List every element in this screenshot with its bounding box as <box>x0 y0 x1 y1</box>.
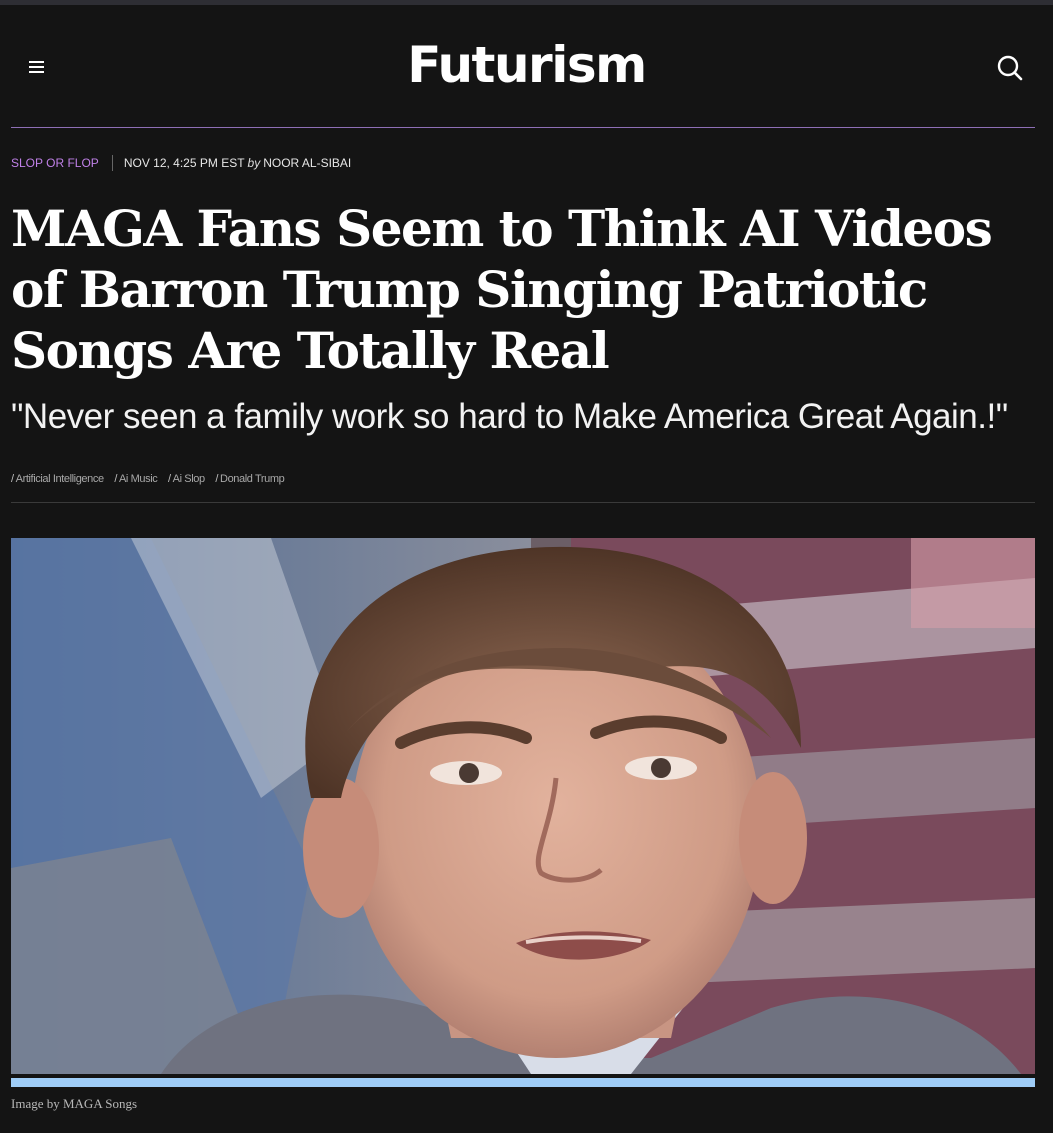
header-divider <box>11 127 1035 128</box>
tag-list: / Artificial Intelligence / Ai Music / Ai S… <box>11 473 292 485</box>
article-kicker-link[interactable]: SLOP OR FLOP <box>11 156 99 170</box>
site-logo[interactable]: Futurism <box>0 35 1053 95</box>
tag-link[interactable]: / Artificial Intelligence <box>11 473 104 485</box>
hero-image <box>11 538 1035 1074</box>
article-subhead: "Never seen a family work so hard to Mak… <box>11 397 1008 436</box>
tag-link[interactable]: / Donald Trump <box>215 473 284 485</box>
author-link[interactable]: NOOR AL-SIBAI <box>263 156 351 170</box>
byline-prefix: by <box>247 156 261 170</box>
tags-divider <box>11 502 1035 503</box>
tag-link[interactable]: / Ai Music <box>114 473 157 485</box>
article-meta: SLOP OR FLOP NOV 12, 4:25 PM EST by NOOR AL… <box>11 155 351 171</box>
image-caption: Image by MAGA Songs <box>11 1096 138 1111</box>
meta-separator <box>111 155 113 171</box>
site-header: Futurism <box>0 5 1053 127</box>
article-date: NOV 12, 4:25 PM EST <box>123 156 245 170</box>
article-headline: MAGA Fans Seem to Think AI Videos of Bar… <box>11 199 993 380</box>
image-progress-bar <box>11 1078 1035 1087</box>
search-icon[interactable] <box>994 52 1026 84</box>
tag-link[interactable]: / Ai Slop <box>168 473 205 485</box>
